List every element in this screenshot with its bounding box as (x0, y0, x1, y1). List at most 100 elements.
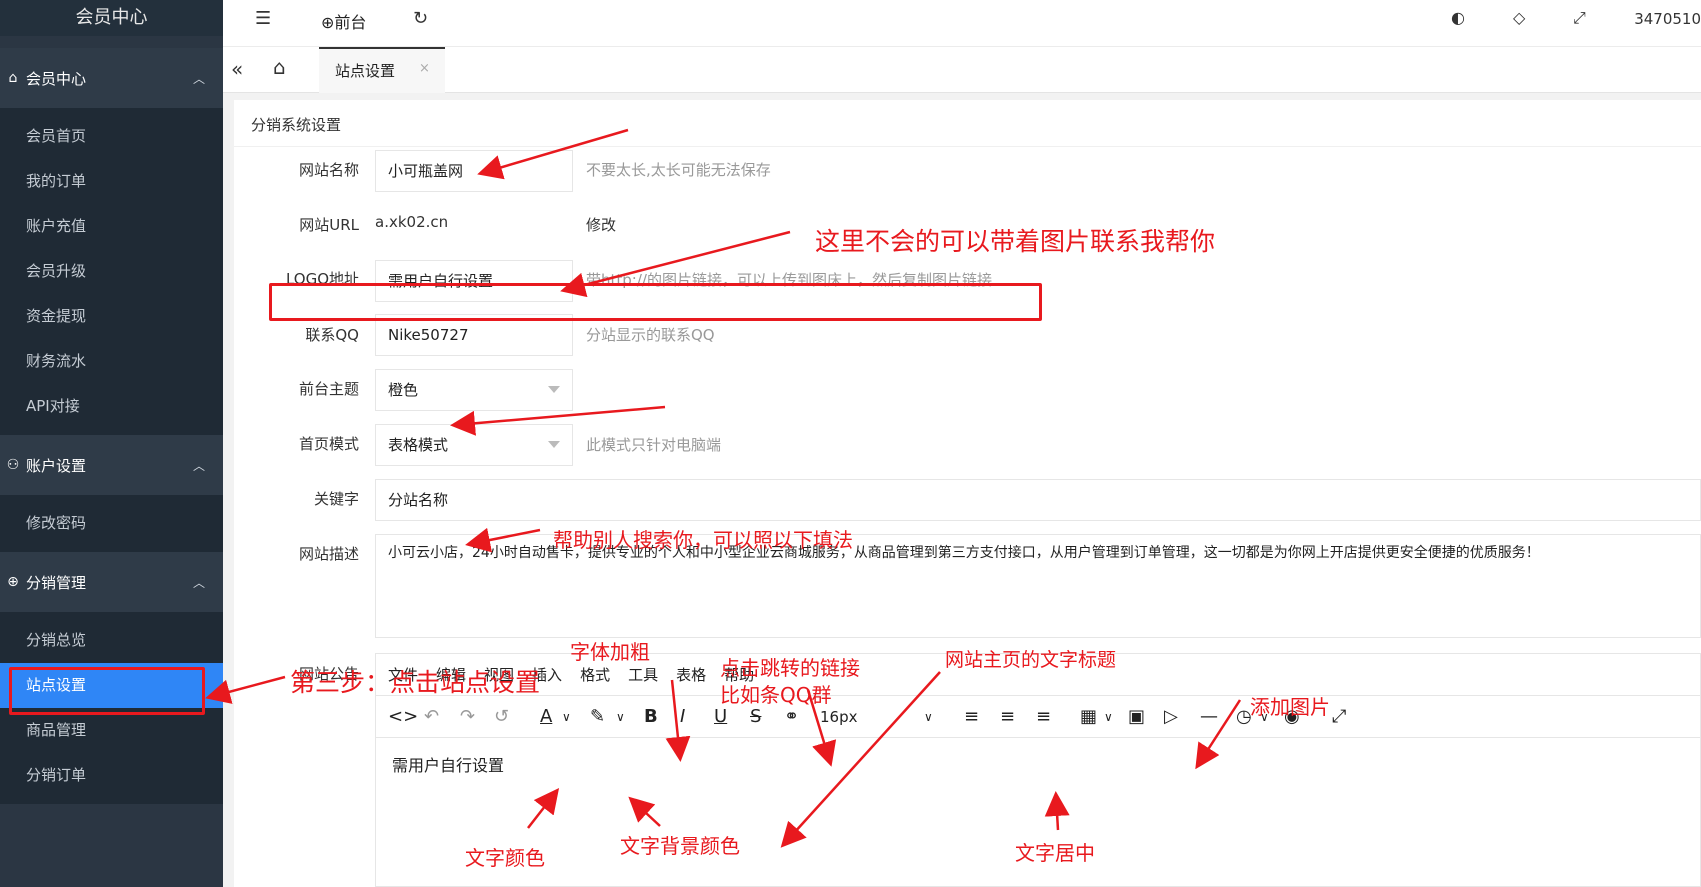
sidebar-item-member-home[interactable]: 会员首页 (0, 114, 223, 159)
theme-value: 橙色 (388, 381, 419, 399)
annotation-logo-help: 这里不会的可以带着图片联系我帮你 (815, 227, 1216, 256)
align-left-icon[interactable]: ≡ (964, 706, 979, 727)
front-link[interactable]: ⊕前台 (321, 9, 366, 33)
bold-icon[interactable]: B (644, 706, 658, 727)
theme-icon[interactable]: ◐ (1451, 8, 1465, 27)
chevron-up-icon: ︿ (192, 576, 205, 590)
source-code-icon[interactable]: <> (388, 706, 418, 727)
table-icon[interactable]: ▦ (1080, 706, 1097, 727)
dropdown-arrow-icon (548, 386, 560, 393)
logo-row-highlight (269, 283, 1042, 321)
site-url-label: 网站URL (299, 216, 359, 234)
fullscreen-icon[interactable]: ⤢ (1573, 8, 1586, 28)
dropdown-arrow-icon (548, 441, 560, 448)
annotation-bg-color: 文字背景颜色 (620, 834, 740, 858)
group-label: 分销管理 (26, 573, 87, 592)
home-mode-label: 首页模式 (298, 435, 359, 453)
history-icon[interactable]: ↺ (494, 706, 509, 727)
undo-icon[interactable]: ↶ (424, 706, 439, 727)
menu-table[interactable]: 表格 (676, 664, 706, 685)
annotation-step3: 第三步：点击站点设置 (290, 668, 541, 697)
sidebar-item-withdraw[interactable]: 资金提现 (0, 294, 223, 339)
site-url-edit-link[interactable]: 修改 (586, 214, 616, 235)
font-size-select[interactable]: 16px (820, 708, 858, 726)
align-right-icon[interactable]: ≡ (1036, 706, 1051, 727)
site-name-input[interactable]: 小可瓶盖网 (375, 150, 573, 192)
theme-label: 前台主题 (298, 380, 359, 398)
description-label: 网站描述 (298, 545, 359, 563)
menu-toggle-icon[interactable]: ☰ (255, 8, 271, 29)
chevron-up-icon: ︿ (192, 72, 205, 86)
refresh-icon[interactable]: ↻ (413, 8, 428, 29)
sidebar-item-orders[interactable]: 我的订单 (0, 159, 223, 204)
globe-icon: ⊕ (321, 13, 335, 32)
annotation-keyword-help: 帮助别人搜索你，可以照以下填法 (553, 528, 853, 552)
sidebar: 会员中心 ⌂ 会员中心 ︿ 会员首页 我的订单 账户充值 会员升级 资金提现 财… (0, 0, 223, 887)
chevron-down-icon[interactable]: ∨ (1104, 710, 1113, 724)
site-settings-highlight (9, 667, 205, 715)
chevron-down-icon[interactable]: ∨ (616, 710, 625, 724)
home-icon: ⌂ (8, 70, 18, 86)
menu-tools[interactable]: 工具 (628, 664, 658, 685)
align-center-icon[interactable]: ≡ (1000, 706, 1015, 727)
sidebar-item-finance[interactable]: 财务流水 (0, 339, 223, 384)
site-name-label: 网站名称 (298, 161, 359, 179)
globe-icon: ⊕ (7, 574, 19, 590)
image-icon[interactable]: ▣ (1128, 706, 1145, 727)
user-icon: ⚇ (6, 457, 20, 473)
annotation-text-color: 文字颜色 (465, 846, 545, 870)
fullscreen-icon[interactable]: ⤢ (1332, 706, 1346, 727)
site-url-value: a.xk02.cn (375, 213, 449, 231)
highlight-color-icon[interactable]: ✎ (590, 706, 605, 727)
settings-card: 分销系统设置 网站名称 小可瓶盖网 不要太长,太长可能无法保存 网站URL a.… (234, 100, 1701, 887)
annotation-link-2: 比如条QQ群 (720, 683, 832, 707)
sidebar-item-dist-orders[interactable]: 分销订单 (0, 753, 223, 798)
home-mode-value: 表格模式 (388, 436, 449, 454)
tag-icon[interactable]: ◇ (1513, 8, 1525, 27)
theme-select[interactable]: 橙色 (375, 369, 573, 411)
sidebar-item-recharge[interactable]: 账户充值 (0, 204, 223, 249)
chevron-down-icon[interactable]: ∨ (924, 710, 933, 724)
home-mode-hint: 此模式只针对电脑端 (586, 436, 722, 454)
editor-toolbar: <> ↶ ↷ ↺ A ∨ ✎ ∨ B I U S ⚭ 16px ∨ ≡ ≡ ≡ … (376, 696, 1700, 738)
sidebar-item-overview[interactable]: 分销总览 (0, 618, 223, 663)
sidebar-group-account[interactable]: ⚇ 账户设置 ︿ (0, 435, 223, 495)
qq-hint: 分站显示的联系QQ (586, 326, 715, 344)
chevron-down-icon[interactable]: ∨ (562, 710, 571, 724)
group-label: 会员中心 (26, 69, 87, 88)
group-label: 账户设置 (26, 456, 87, 475)
menu-format[interactable]: 格式 (580, 664, 610, 685)
sidebar-submenu: 会员首页 我的订单 账户充值 会员升级 资金提现 财务流水 API对接 (0, 108, 223, 435)
top-bar: ☰ ⊕前台 ↻ ◐ ◇ ⤢ 3470510 (223, 0, 1701, 47)
italic-icon[interactable]: I (680, 706, 685, 727)
home-mode-select[interactable]: 表格模式 (375, 424, 573, 466)
sidebar-item-password[interactable]: 修改密码 (0, 501, 223, 546)
tab-label: 站点设置 (335, 62, 396, 80)
horizontal-line-icon[interactable]: — (1200, 706, 1218, 727)
annotation-title: 网站主页的文字标题 (945, 649, 1117, 671)
chevron-up-icon: ︿ (192, 459, 205, 473)
annotation-image: 添加图片 (1250, 695, 1330, 719)
front-label: 前台 (334, 13, 367, 32)
video-icon[interactable]: ▷ (1164, 706, 1178, 727)
underline-icon[interactable]: U (714, 706, 727, 727)
keywords-input[interactable]: 分站名称 (375, 479, 1701, 521)
strikethrough-icon[interactable]: S (750, 706, 761, 727)
editor-content[interactable]: 需用户自行设置 (376, 738, 1700, 790)
sidebar-brand: 会员中心 (0, 0, 223, 36)
home-tab-icon[interactable]: ⌂ (273, 55, 286, 79)
sidebar-item-upgrade[interactable]: 会员升级 (0, 249, 223, 294)
user-name[interactable]: 3470510 (1634, 10, 1701, 28)
sidebar-group-member[interactable]: ⌂ 会员中心 ︿ (0, 48, 223, 108)
tab-site-settings[interactable]: 站点设置 × (319, 47, 445, 93)
sidebar-item-api[interactable]: API对接 (0, 384, 223, 429)
double-chevron-left-icon[interactable]: « (231, 57, 243, 81)
close-icon[interactable]: × (419, 61, 430, 76)
annotation-bold: 字体加粗 (570, 640, 650, 664)
keywords-label: 关键字 (313, 490, 359, 508)
link-icon[interactable]: ⚭ (784, 706, 799, 727)
sidebar-group-distribution[interactable]: ⊕ 分销管理 ︿ (0, 552, 223, 612)
annotation-center: 文字居中 (1015, 841, 1095, 865)
text-color-icon[interactable]: A (540, 706, 552, 727)
redo-icon[interactable]: ↷ (460, 706, 475, 727)
